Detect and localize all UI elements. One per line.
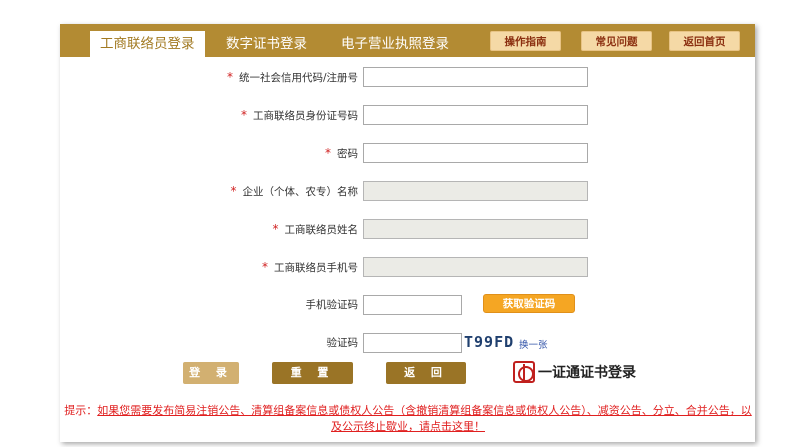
tab-liaison-login[interactable]: 工商联络员登录	[90, 31, 205, 57]
login-button[interactable]: 登 录	[183, 362, 239, 384]
captcha-image[interactable]: T99FD	[464, 333, 514, 351]
faq-button[interactable]: 常见问题	[581, 31, 652, 51]
refresh-captcha-link[interactable]: 换一张	[519, 337, 548, 351]
id-number-label: * 工商联络员身份证号码	[241, 105, 358, 125]
password-label-text: 密码	[337, 148, 358, 160]
yizhengtong-logo-icon	[513, 361, 535, 383]
company-name-field	[363, 181, 588, 201]
captcha-input[interactable]	[363, 333, 462, 353]
liaison-phone-label-text: 工商联络员手机号	[274, 262, 358, 274]
company-name-label: * 企业（个体、农专）名称	[231, 181, 359, 201]
get-code-button[interactable]: 获取验证码	[483, 294, 575, 313]
liaison-phone-row: * 工商联络员手机号	[60, 257, 358, 277]
reset-button[interactable]: 重 置	[272, 362, 353, 384]
id-number-row: * 工商联络员身份证号码	[60, 105, 358, 125]
id-number-input[interactable]	[363, 105, 588, 125]
required-mark: *	[272, 222, 279, 236]
required-mark: *	[325, 146, 331, 160]
liaison-name-row: * 工商联络员姓名	[60, 219, 359, 239]
cert-login-link[interactable]: 一证通证书登录	[513, 360, 636, 384]
company-name-label-text: 企业（个体、农专）名称	[242, 186, 359, 198]
home-button[interactable]: 返回首页	[669, 31, 740, 51]
required-mark: *	[230, 184, 237, 198]
notice-text: 提示：如果您需要发布简易注销公告、清算组备案信息或债权人公告（含撤销清算组备案信…	[64, 403, 752, 435]
credit-code-label-text: 统一社会信用代码/注册号	[238, 72, 358, 84]
cert-login-text: 一证通证书登录	[538, 365, 636, 381]
company-name-row: * 企业（个体、农专）名称	[60, 181, 359, 201]
notice-prefix: 提示：	[64, 404, 98, 417]
password-label: * 密码	[325, 143, 358, 163]
captcha-row: 验证码	[60, 333, 359, 353]
credit-code-row: * 统一社会信用代码/注册号	[60, 67, 358, 87]
liaison-name-field	[363, 219, 588, 239]
required-mark: *	[262, 260, 268, 274]
liaison-name-label: * 工商联络员姓名	[273, 219, 359, 239]
id-number-label-text: 工商联络员身份证号码	[253, 110, 358, 122]
sms-code-input[interactable]	[363, 295, 462, 315]
password-row: * 密码	[60, 143, 358, 163]
back-button[interactable]: 返 回	[386, 362, 466, 384]
login-panel: 工商联络员登录 数字证书登录 电子营业执照登录 操作指南 常见问题 返回首页 *…	[60, 24, 755, 442]
liaison-phone-field	[363, 257, 588, 277]
notice-link[interactable]: 如果您需要发布简易注销公告、清算组备案信息或债权人公告（含撤销清算组备案信息或债…	[97, 404, 752, 433]
sms-code-label: 手机验证码	[305, 299, 359, 311]
credit-code-label: * 统一社会信用代码/注册号	[227, 67, 358, 87]
guide-button[interactable]: 操作指南	[490, 31, 561, 51]
liaison-phone-label: * 工商联络员手机号	[262, 257, 358, 277]
header-bar: 工商联络员登录 数字证书登录 电子营业执照登录 操作指南 常见问题 返回首页	[60, 24, 755, 57]
liaison-name-label-text: 工商联络员姓名	[284, 224, 359, 236]
credit-code-input[interactable]	[363, 67, 588, 87]
captcha-label: 验证码	[326, 337, 359, 349]
required-mark: *	[226, 70, 233, 84]
tab-e-license-login[interactable]: 电子营业执照登录	[341, 32, 449, 57]
sms-code-row: 手机验证码	[60, 295, 359, 315]
required-mark: *	[241, 108, 247, 122]
tab-digital-cert-login[interactable]: 数字证书登录	[226, 32, 307, 57]
password-input[interactable]	[363, 143, 588, 163]
